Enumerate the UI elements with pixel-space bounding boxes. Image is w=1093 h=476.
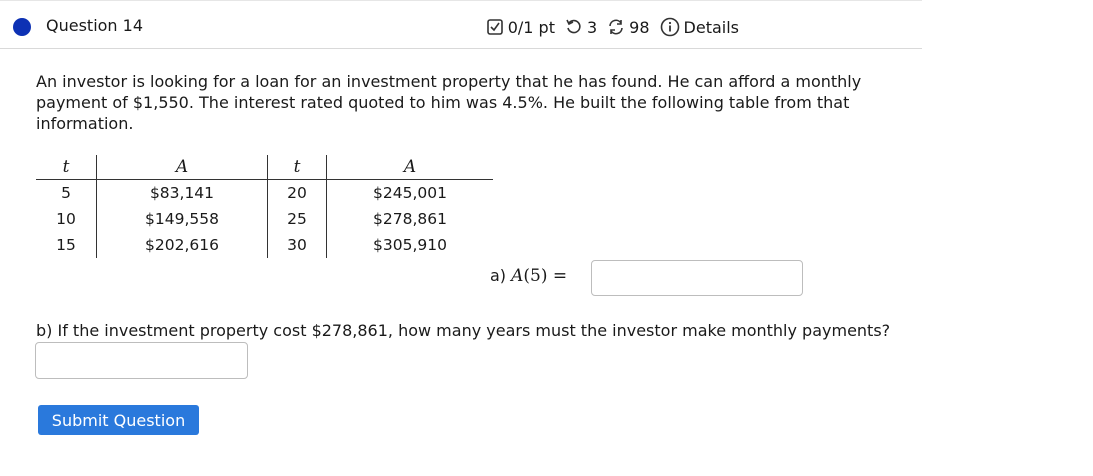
header-t-1: t xyxy=(36,155,97,180)
retries-indicator: 3 xyxy=(565,18,597,37)
header-a-1: A xyxy=(96,155,268,180)
question-prompt: An investor is looking for a loan for an… xyxy=(36,72,862,133)
table-cell: $305,910 xyxy=(373,236,447,254)
table-cell: $245,001 xyxy=(373,184,447,202)
question-title: Question 14 xyxy=(46,16,144,35)
question-header: Question 14 0/1 pt 3 98 Details xyxy=(0,0,922,49)
table-cell: $202,616 xyxy=(96,232,268,258)
part-a-answer-input[interactable] xyxy=(591,260,803,296)
table-cell: 20 xyxy=(267,179,327,206)
header-a-2: A xyxy=(326,155,493,180)
sync-icon xyxy=(609,19,623,35)
part-a-func: A xyxy=(511,266,524,286)
retries-count: 3 xyxy=(586,17,598,37)
attempts-count: 98 xyxy=(629,17,650,37)
header-divider xyxy=(0,0,922,1)
table-cell: $83,141 xyxy=(96,179,268,206)
checkbox-icon xyxy=(486,19,503,35)
table-cell: 5 xyxy=(36,179,97,206)
score-text: 0/1 pt xyxy=(507,17,555,37)
retry-icon xyxy=(566,19,581,34)
details-button[interactable]: Details xyxy=(660,17,739,37)
loan-table: t A t A 5 $83,141 20 $245,001 10 $149,55… xyxy=(36,155,493,258)
table-cell: 15 xyxy=(36,232,97,258)
part-a-expression: A(5) = xyxy=(511,266,567,286)
table-cell: 30 xyxy=(267,232,327,258)
question-status-dot xyxy=(13,18,31,36)
table-header-row: t A t A xyxy=(36,155,493,180)
attempts-indicator: 98 xyxy=(607,17,650,37)
score-indicator: 0/1 pt xyxy=(486,18,555,37)
header-t-2: t xyxy=(267,155,327,180)
table-cell: 25 xyxy=(267,206,327,232)
part-a-prefix: a) xyxy=(490,266,507,285)
part-b-answer-input[interactable] xyxy=(35,342,248,379)
table-cell: $149,558 xyxy=(96,206,268,232)
part-a-label: a) A(5) = xyxy=(490,266,567,286)
submit-question-button[interactable]: Submit Question xyxy=(38,405,199,435)
table-row: 10 $149,558 25 $278,861 xyxy=(36,206,493,232)
info-icon xyxy=(660,17,679,37)
table-row: 5 $83,141 20 $245,001 xyxy=(36,179,493,206)
table-cell: $278,861 xyxy=(373,210,447,228)
question-meta: 0/1 pt 3 98 Details xyxy=(486,17,739,37)
details-label: Details xyxy=(683,17,739,37)
table-cell: 10 xyxy=(36,206,97,232)
part-b-question: b) If the investment property cost $278,… xyxy=(36,321,891,340)
part-a-equals: = xyxy=(552,266,568,286)
table-row: 15 $202,616 30 $305,910 xyxy=(36,232,493,258)
part-a-arg: (5) xyxy=(523,266,548,286)
